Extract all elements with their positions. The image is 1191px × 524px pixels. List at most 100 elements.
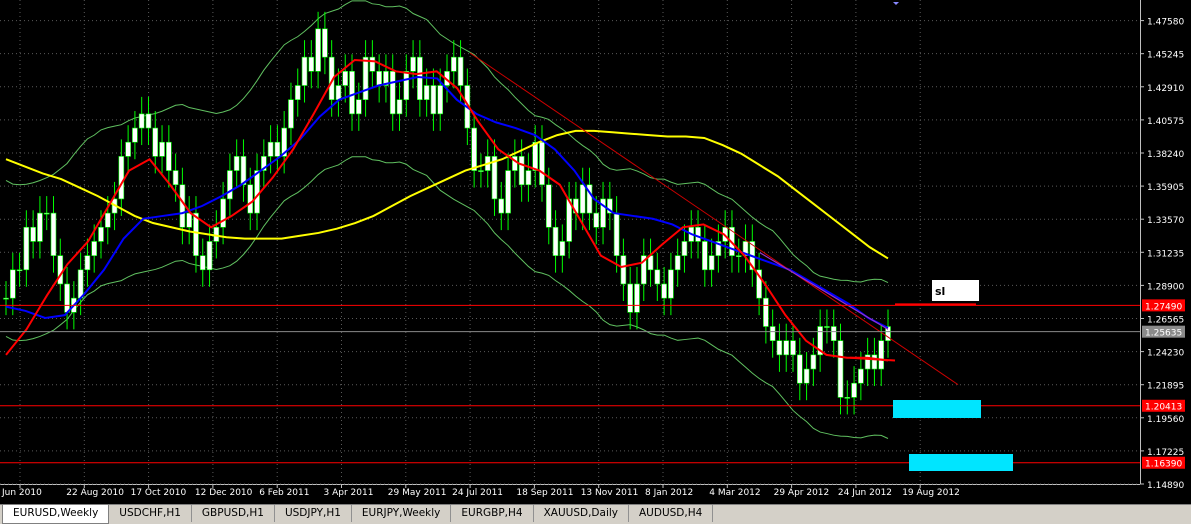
tab-xauusd-daily[interactable]: XAUUSD,Daily: [534, 505, 629, 522]
candle-body: [267, 141, 274, 157]
candle-body: [695, 226, 701, 242]
x-tick-label: 24 Jul 2011: [452, 488, 503, 498]
candle-body: [64, 283, 70, 313]
candle-body: [790, 340, 796, 356]
candle-body: [30, 226, 36, 242]
candle-body: [98, 226, 104, 242]
y-tick-label: 1.26565: [1147, 315, 1184, 325]
candle-body: [654, 269, 661, 285]
candle-body: [179, 184, 186, 228]
candle-body: [858, 368, 864, 384]
candle-body: [125, 141, 131, 157]
y-tick-label: 1.38240: [1147, 150, 1184, 160]
candle-body: [227, 170, 233, 200]
tab-eurjpy-weekly[interactable]: EURJPY,Weekly: [352, 505, 452, 522]
x-tick-label: 8 Jan 2012: [645, 488, 693, 498]
x-tick-label: 3 Apr 2011: [324, 488, 374, 498]
candle-body: [206, 241, 213, 271]
candle-body: [172, 170, 179, 186]
candle-body: [735, 255, 742, 257]
candle-body: [525, 170, 532, 186]
trendline-segment: [759, 252, 889, 330]
price-chart[interactable]: 1.47580 1.45245 1.42910 1.40575 1.38240 1.359…: [0, 0, 1191, 504]
candle-body: [837, 340, 844, 398]
x-tick-label: 19 Aug 2012: [902, 488, 960, 498]
sl-label-text: sl: [935, 285, 945, 298]
x-tick-label: 22 Aug 2010: [66, 488, 124, 498]
tab-audusd-h4[interactable]: AUDUSD,H4: [629, 505, 714, 522]
candle-body: [532, 141, 539, 171]
upper-band-line: [5, 0, 889, 284]
candle-body: [294, 85, 301, 100]
candle-body: [518, 156, 525, 186]
y-tick-label: 1.40575: [1147, 117, 1184, 127]
candle-body: [776, 340, 783, 356]
candle-body: [322, 28, 328, 58]
tab-eurusd-weekly[interactable]: EURUSD,Weekly: [2, 505, 110, 524]
candle-body: [43, 212, 50, 215]
candle-body: [342, 71, 349, 86]
candle-body: [16, 269, 23, 272]
candle-body: [871, 354, 878, 370]
candle-body: [9, 269, 16, 299]
candles-group: [3, 11, 891, 415]
candle-body: [552, 226, 559, 256]
candle-body: [186, 212, 192, 228]
tab-eurgbp-h4[interactable]: EURGBP,H4: [451, 505, 534, 522]
candle-body: [159, 141, 165, 157]
candle-body: [247, 184, 254, 214]
candle-body: [403, 71, 410, 100]
y-tick-label: 1.24230: [1147, 349, 1184, 359]
candle-body: [349, 71, 355, 115]
candle-body: [396, 99, 403, 115]
candle-body: [681, 241, 688, 256]
candle-body: [430, 85, 437, 115]
candle-body: [288, 99, 294, 129]
candle-body: [471, 127, 477, 171]
chart-area[interactable]: 1.47580 1.45245 1.42910 1.40575 1.38240 1.359…: [0, 0, 1191, 504]
candle-body: [254, 170, 260, 214]
x-tick-label: 24 Jun 2012: [838, 488, 892, 498]
candle-body: [579, 184, 586, 214]
candle-body: [417, 56, 423, 100]
candle-body: [3, 297, 9, 300]
x-tick-label: 13 Nov 2011: [581, 488, 639, 498]
price-label-text: 1.27490: [1145, 302, 1182, 312]
candle-body: [423, 85, 430, 100]
candle-body: [796, 354, 803, 384]
candle-body: [478, 170, 484, 172]
scroll-marker-icon: [893, 2, 899, 5]
candle-body: [769, 326, 776, 341]
candle-body: [545, 184, 552, 228]
red-ma-tail: [849, 356, 896, 362]
candle-body: [132, 127, 138, 143]
candle-body: [824, 326, 830, 328]
y-tick-label: 1.33570: [1147, 216, 1184, 226]
y-tick-label: 1.21895: [1147, 382, 1184, 392]
candle-body: [389, 71, 396, 115]
candle-body: [355, 99, 362, 115]
candle-body: [104, 212, 111, 228]
y-tick-label: 1.31235: [1147, 249, 1184, 259]
tab-usdjpy-h1[interactable]: USDJPY,H1: [275, 505, 352, 522]
candle-body: [57, 255, 64, 285]
x-tick-label: 18 Sep 2011: [516, 488, 573, 498]
x-tick-label: 12 Dec 2010: [195, 488, 253, 498]
tab-usdchf-h1[interactable]: USDCHF,H1: [109, 505, 192, 522]
x-tick-label: 6 Feb 2011: [259, 488, 309, 498]
candle-body: [620, 255, 627, 285]
x-tick-label: 29 Apr 2012: [774, 488, 830, 498]
candle-body: [301, 56, 308, 86]
candle-body: [498, 198, 505, 214]
candle-body: [240, 156, 247, 186]
candle-body: [634, 283, 640, 313]
candle-body: [505, 170, 511, 214]
candle-body: [145, 113, 152, 129]
candle-body: [450, 56, 457, 72]
x-tick-label: 17 Oct 2010: [131, 488, 187, 498]
tab-gbpusd-h1[interactable]: GBPUSD,H1: [192, 505, 275, 522]
candle-body: [844, 397, 851, 399]
price-label-text: 1.20413: [1145, 403, 1182, 413]
candle-body: [362, 56, 369, 100]
candle-body: [803, 368, 810, 384]
